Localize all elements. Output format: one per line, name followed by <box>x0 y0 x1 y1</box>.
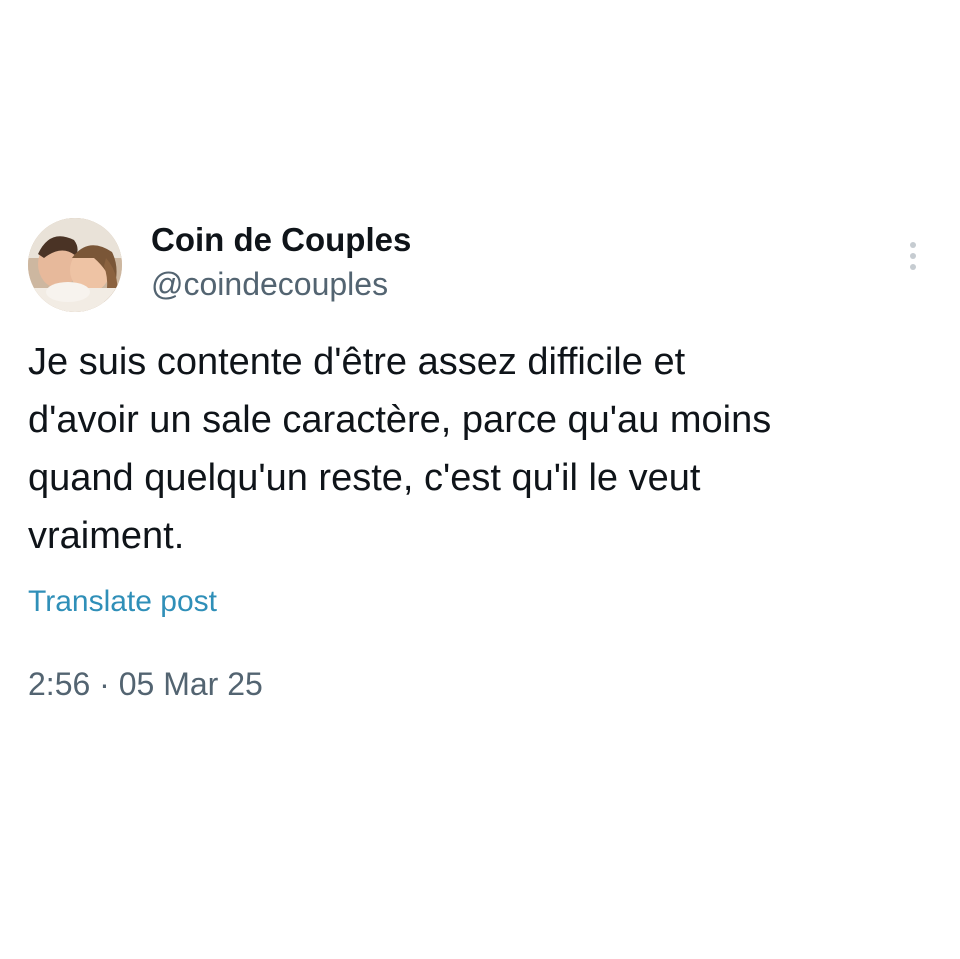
author-display-name[interactable]: Coin de Couples <box>151 220 411 260</box>
post-timestamp[interactable]: 2:56 · 05 Mar 25 <box>28 664 263 704</box>
more-vertical-icon-dot <box>910 264 916 270</box>
post-time: 2:56 <box>28 666 91 702</box>
more-vertical-icon <box>910 242 916 248</box>
couple-photo-avatar-icon <box>28 218 122 312</box>
post-card: Coin de Couples @coindecouples Je suis c… <box>0 0 960 959</box>
translate-post-link[interactable]: Translate post <box>28 583 217 621</box>
more-options-button[interactable] <box>898 236 928 276</box>
meta-separator: · <box>99 666 110 702</box>
author-avatar[interactable] <box>28 218 122 312</box>
more-vertical-icon-dot <box>910 253 916 259</box>
author-handle[interactable]: @coindecouples <box>151 264 388 304</box>
post-text: Je suis contente d'être assez difficile … <box>28 341 772 557</box>
post-date: 05 Mar 25 <box>118 666 263 702</box>
